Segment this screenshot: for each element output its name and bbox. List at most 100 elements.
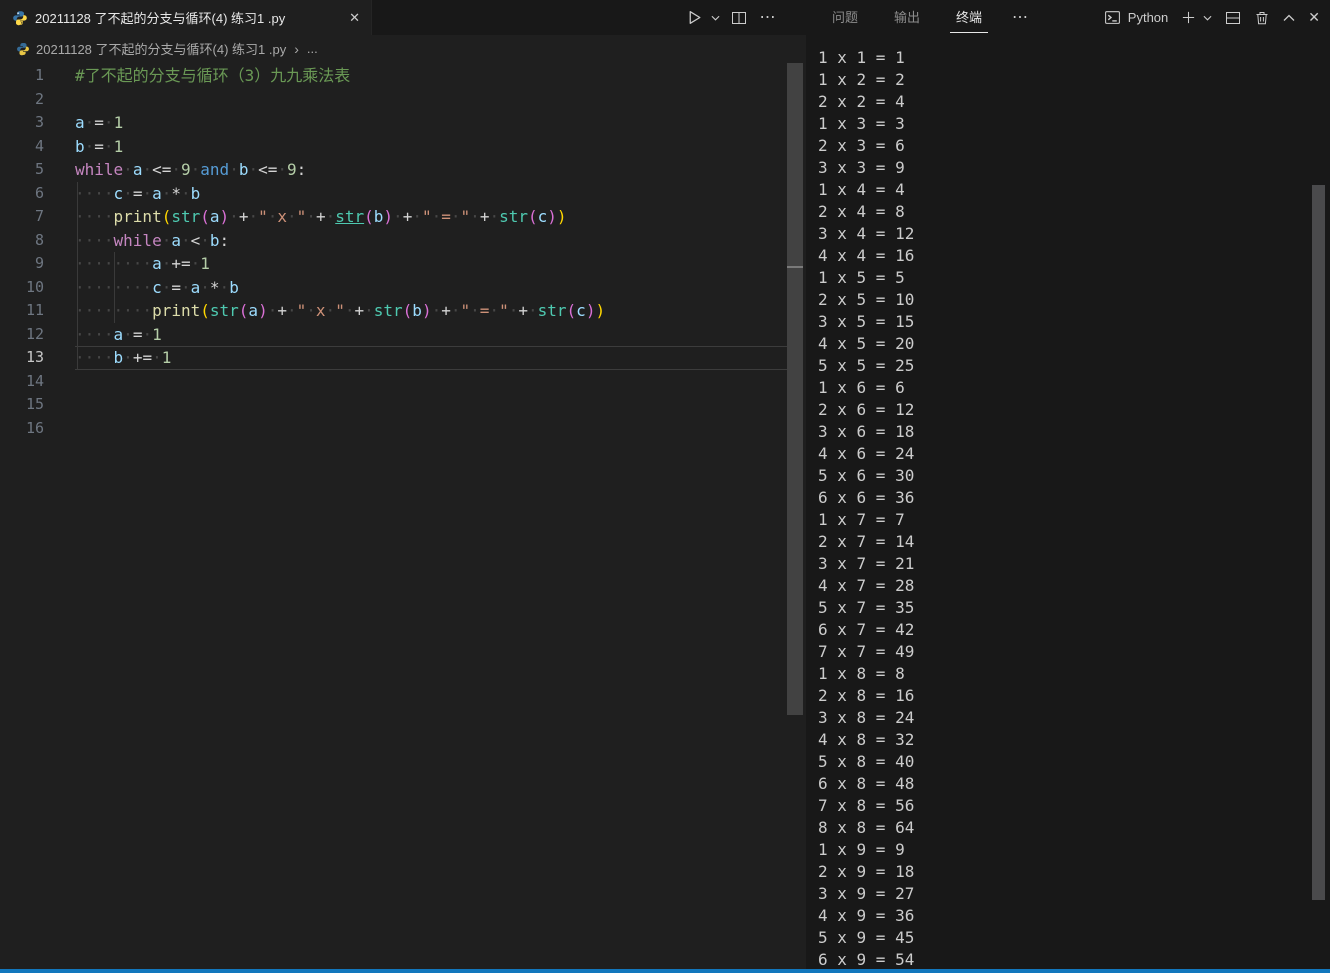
line-number[interactable]: 1 [0,64,44,88]
code-token: b [373,207,384,226]
editor-tab[interactable]: 20211128 了不起的分支与循环(4) 练习1 .py ✕ [0,0,372,35]
code-line[interactable]: 5 while·a·<=·9·and·b·<=·9: [0,158,787,182]
line-number[interactable]: 15 [0,393,44,417]
editor-scrollbar-thumb[interactable] [787,63,803,715]
code-token: + [479,207,490,226]
code-token: = [94,113,104,132]
breadcrumb: 20211128 了不起的分支与循环(4) 练习1 .py › ... [0,35,806,62]
code-line[interactable]: 9········a·+=·1 [0,252,787,276]
terminal-line: 2 x 9 = 18 [818,862,915,881]
run-button[interactable] [682,0,706,35]
terminal-line: 2 x 2 = 4 [818,92,905,111]
run-dropdown-chevron-icon[interactable] [706,0,724,35]
terminal-line: 1 x 2 = 2 [818,70,905,89]
code-line[interactable]: 6 ····c·=·a·*·b [0,182,787,206]
terminal-dropdown-chevron-icon[interactable] [1203,0,1212,35]
line-number[interactable]: 5 [0,158,44,182]
line-number[interactable]: 7 [0,205,44,229]
code-token: · [489,207,500,226]
code-token: · [229,207,239,226]
code-token: ( [200,301,210,320]
split-terminal-button[interactable] [1225,0,1241,35]
code-token: " [460,301,471,320]
terminal-instance-label[interactable]: Python [1128,10,1168,25]
terminal-line: 2 x 5 = 10 [818,290,915,309]
code-token: · [161,277,172,297]
terminal-line: 6 x 7 = 42 [818,620,915,639]
code-token: 1 [161,348,172,367]
code-line[interactable]: 2 [0,88,787,112]
code-token: ( [364,207,374,226]
code-line[interactable]: 12 ····a·=·1 [0,323,787,347]
code-token: · [190,254,201,273]
code-token: · [171,160,181,179]
line-number[interactable]: 8 [0,229,44,253]
panel-tab-problems[interactable]: 问题 [830,0,860,35]
terminal-line: 8 x 8 = 64 [818,818,915,837]
tab-title: 20211128 了不起的分支与循环(4) 练习1 .py [35,11,286,26]
code-editor[interactable]: 1 #了不起的分支与循环（3）九九乘法表 2 3 a·=·1 4 b·=·1 5 while·a… [0,62,787,969]
line-number[interactable]: 14 [0,370,44,394]
code-token: + [277,301,287,320]
code-token: ) [547,207,557,226]
code-line[interactable]: 4 b·=·1 [0,135,787,159]
terminal-line: 2 x 4 = 8 [818,202,905,221]
terminal-output[interactable]: 1 x 1 = 1 1 x 2 = 2 2 x 2 = 4 1 x 3 = 3 2 x … [806,35,1330,969]
maximize-panel-chevron-up-icon[interactable] [1283,0,1295,35]
code-token: ) [585,301,596,320]
panel-tab-terminal[interactable]: 终端 [950,0,989,35]
code-line[interactable]: 13 ····b·+=·1 [0,346,787,370]
line-number[interactable]: 2 [0,88,44,112]
code-token: · [431,301,442,320]
line-number[interactable]: 13 [0,346,44,370]
line-number[interactable]: 6 [0,182,44,206]
new-terminal-button[interactable] [1181,0,1196,35]
code-line[interactable]: 8 ····while·a·<·b: [0,229,787,253]
terminal-line: 1 x 3 = 3 [818,114,905,133]
terminal-actions: Python ✕ [1104,0,1320,35]
code-token: + [315,207,326,226]
code-token: ···· [75,183,114,203]
close-panel-icon[interactable]: ✕ [1308,9,1320,26]
breadcrumb-file[interactable]: 20211128 了不起的分支与循环(4) 练习1 .py [36,39,286,58]
code-line[interactable]: 7 ····print(str(a)·+·"·x·"·+·str(b)·+·"·=… [0,205,787,229]
code-token: 9 [287,160,297,179]
terminal-line: 1 x 9 = 9 [818,840,905,859]
terminal-line: 5 x 6 = 30 [818,466,915,485]
editor-more-actions-button[interactable]: ⋯ [754,0,782,35]
code-token: · [489,301,500,320]
line-number[interactable]: 9 [0,252,44,276]
code-line[interactable]: 3 a·=·1 [0,111,787,135]
breadcrumb-more[interactable]: ... [307,41,318,56]
code-token: · [123,324,133,344]
split-editor-button[interactable] [724,0,754,35]
tab-close-icon[interactable]: ✕ [349,10,360,26]
terminal-scrollbar[interactable] [1312,185,1325,900]
code-text: b·=·1 [75,135,123,159]
terminal-python-icon [1104,9,1121,26]
line-number[interactable]: 3 [0,111,44,135]
editor-scrollbar[interactable] [787,62,803,969]
code-line[interactable]: 16 [0,417,787,441]
panel-tab-output[interactable]: 输出 [892,0,922,35]
line-number[interactable]: 11 [0,299,44,323]
code-token: · [200,277,210,297]
line-number[interactable]: 10 [0,276,44,300]
kill-terminal-trash-icon[interactable] [1254,0,1270,35]
line-number[interactable]: 4 [0,135,44,159]
terminal-line: 4 x 6 = 24 [818,444,915,463]
code-text: while·a·<=·9·and·b·<=·9: [75,158,306,182]
panel-more-tabs-button[interactable]: ⋯ [1012,0,1029,35]
code-token: · [180,230,191,250]
code-line[interactable]: 10········c·=·a·*·b [0,276,787,300]
line-number[interactable]: 12 [0,323,44,347]
code-token: · [142,183,153,203]
code-line[interactable]: 11········print(str(a)·+·"·x·"·+·str(b)·… [0,299,787,323]
code-line[interactable]: 15 [0,393,787,417]
line-number[interactable]: 16 [0,417,44,441]
code-line[interactable]: 14 [0,370,787,394]
code-token: · [152,348,162,367]
code-token: * [171,183,182,203]
code-line[interactable]: 1 #了不起的分支与循环（3）九九乘法表 [0,64,787,88]
code-token: c [152,277,162,297]
